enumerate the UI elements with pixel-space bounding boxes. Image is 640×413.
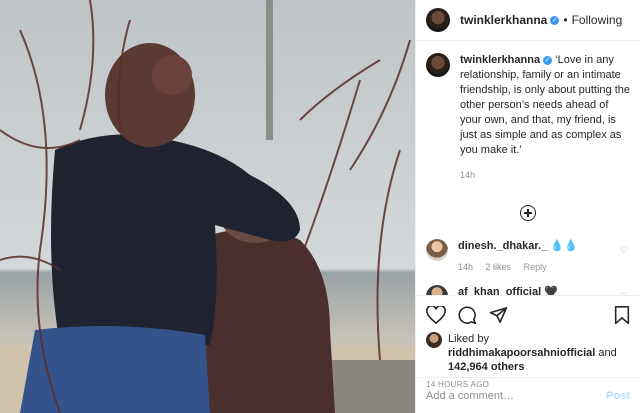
load-more-comments[interactable] <box>426 205 630 221</box>
likes-text: Liked by riddhimakapoorsahniofficial and… <box>448 332 630 374</box>
commenter-avatar[interactable] <box>426 285 448 295</box>
comment-item: dinesh._dhakar._ 💧💧 14h 2 likes Reply ♡ <box>426 239 630 275</box>
add-comment-input[interactable]: Add a comment… <box>426 390 606 402</box>
commenter-avatar[interactable] <box>426 239 448 261</box>
add-comment-box: Add a comment… Post <box>416 377 640 413</box>
likes-summary: Liked by riddhimakapoorsahniofficial and… <box>426 332 630 374</box>
post-container: twinklerkhanna ✓ • Following twinklerkha… <box>0 0 640 413</box>
post-photo[interactable] <box>0 0 415 413</box>
comment-likes[interactable]: 2 likes <box>486 262 512 272</box>
comment-icon[interactable] <box>458 306 477 325</box>
comment-text: 💧💧 <box>550 240 578 252</box>
caption-avatar[interactable] <box>426 53 450 77</box>
bookmark-icon[interactable] <box>614 305 630 325</box>
comment-meta: 14h 2 likes Reply <box>458 260 578 275</box>
author-username[interactable]: twinklerkhanna <box>460 13 547 27</box>
caption-username[interactable]: twinklerkhanna <box>460 54 540 66</box>
caption-body: twinklerkhanna ✓ ‘Love in any relationshi… <box>460 53 630 183</box>
share-icon[interactable] <box>489 306 508 324</box>
likes-prefix: Liked by <box>448 333 489 345</box>
verified-icon: ✓ <box>550 15 560 25</box>
post-actions: Liked by riddhimakapoorsahniofficial and… <box>416 295 640 389</box>
comment-body: dinesh._dhakar._ 💧💧 14h 2 likes Reply <box>458 239 578 275</box>
post-header: twinklerkhanna ✓ • Following <box>416 0 640 41</box>
commenter-username[interactable]: af_khan_official <box>458 286 541 295</box>
comment-text: 🖤 <box>544 286 558 295</box>
following-button[interactable]: Following <box>572 13 623 27</box>
comment-reply-button[interactable]: Reply <box>524 262 547 272</box>
load-more-icon[interactable] <box>520 205 536 221</box>
comments-list: twinklerkhanna ✓ ‘Love in any relationshi… <box>416 41 640 295</box>
likes-and: and <box>598 347 617 359</box>
heart-icon[interactable] <box>426 306 446 324</box>
comment-body: af_khan_official 🖤 <box>458 285 558 295</box>
separator-dot: • <box>563 13 568 27</box>
comment-item: af_khan_official 🖤 ♡ <box>426 285 630 295</box>
verified-icon: ✓ <box>543 55 553 65</box>
post-side-panel: twinklerkhanna ✓ • Following twinklerkha… <box>415 0 640 413</box>
comment-like-heart-icon[interactable]: ♡ <box>620 245 628 256</box>
liker-avatar[interactable] <box>426 332 442 348</box>
likes-others-count[interactable]: 142,964 others <box>448 361 524 373</box>
author-avatar[interactable] <box>426 8 450 32</box>
caption: twinklerkhanna ✓ ‘Love in any relationshi… <box>426 53 630 183</box>
liker-username[interactable]: riddhimakapoorsahniofficial <box>448 347 595 359</box>
action-icons <box>426 304 630 326</box>
caption-age[interactable]: 14h <box>460 168 630 183</box>
post-photo-image <box>0 0 415 413</box>
comment-age[interactable]: 14h <box>458 262 473 272</box>
caption-text: ‘Love in any relationship, family or an … <box>460 54 631 156</box>
commenter-username[interactable]: dinesh._dhakar._ <box>458 240 547 252</box>
post-comment-button[interactable]: Post <box>606 390 630 402</box>
